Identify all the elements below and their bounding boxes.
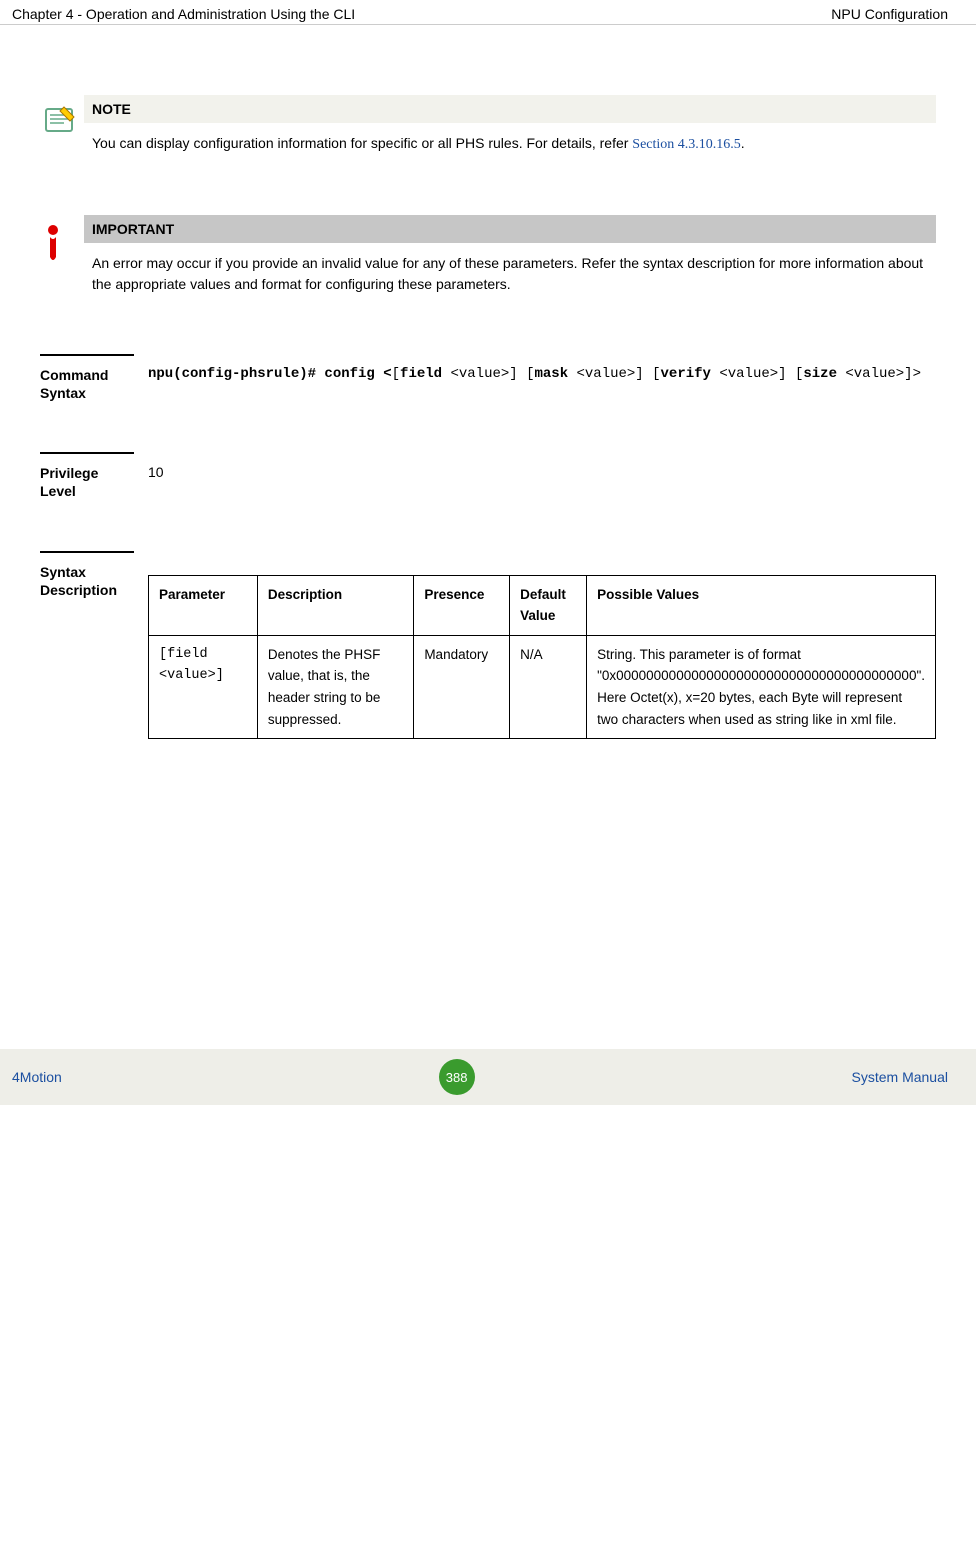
- note-link[interactable]: Section 4.3.10.16.5: [632, 137, 741, 152]
- header-left: Chapter 4 - Operation and Administration…: [12, 6, 355, 22]
- cell-presence: Mandatory: [414, 635, 510, 738]
- cmd-p1: npu(config-phsrule)# config <: [148, 366, 392, 382]
- command-syntax-value: npu(config-phsrule)# config <[field <val…: [134, 354, 936, 402]
- syntax-table: Parameter Description Presence Default V…: [148, 575, 936, 740]
- footer-right: System Manual: [852, 1069, 948, 1085]
- cell-default: N/A: [510, 635, 587, 738]
- page-header: Chapter 4 - Operation and Administration…: [0, 0, 976, 25]
- cmd-p6: <value>] [: [568, 366, 660, 382]
- note-body: NOTE You can display configuration infor…: [84, 95, 936, 155]
- important-text: An error may occur if you provide an inv…: [84, 243, 936, 294]
- note-title: NOTE: [84, 95, 936, 123]
- th-possible: Possible Values: [587, 575, 936, 635]
- table-row: [field <value>] Denotes the PHSF value, …: [149, 635, 936, 738]
- cmd-p10: <value>]>: [837, 366, 921, 382]
- privilege-value: 10: [134, 452, 936, 500]
- privilege-label: Privilege Level: [40, 452, 134, 500]
- cell-possible: String. This parameter is of format "0x0…: [587, 635, 936, 738]
- privilege-row: Privilege Level 10: [40, 452, 936, 500]
- cell-desc: Denotes the PHSF value, that is, the hea…: [257, 635, 413, 738]
- cmd-p2: [: [392, 366, 400, 382]
- note-text-pre: You can display configuration informatio…: [92, 135, 632, 151]
- syntax-description-block: Syntax Description Parameter Description…: [40, 551, 936, 740]
- page-number: 388: [446, 1070, 468, 1085]
- cell-param: [field <value>]: [149, 635, 258, 738]
- syntax-description-label: Syntax Description: [40, 551, 134, 740]
- command-syntax-row: Command Syntax npu(config-phsrule)# conf…: [40, 354, 936, 402]
- th-default: Default Value: [510, 575, 587, 635]
- cmd-p4: <value>] [: [442, 366, 534, 382]
- page-footer: 4Motion 388 System Manual: [0, 1049, 976, 1105]
- note-icon: [40, 95, 84, 155]
- page-number-badge: 388: [439, 1059, 475, 1095]
- important-title: IMPORTANT: [84, 215, 936, 243]
- th-presence: Presence: [414, 575, 510, 635]
- note-text: You can display configuration informatio…: [84, 123, 936, 155]
- cmd-p9: size: [803, 366, 837, 382]
- header-right: NPU Configuration: [831, 6, 948, 22]
- important-callout: IMPORTANT An error may occur if you prov…: [40, 215, 936, 294]
- note-after: .: [741, 135, 745, 151]
- command-syntax-label: Command Syntax: [40, 354, 134, 402]
- important-icon: [40, 215, 84, 294]
- important-body: IMPORTANT An error may occur if you prov…: [84, 215, 936, 294]
- note-callout: NOTE You can display configuration infor…: [40, 95, 936, 155]
- footer-left: 4Motion: [12, 1069, 62, 1085]
- table-header-row: Parameter Description Presence Default V…: [149, 575, 936, 635]
- cmd-p8: <value>] [: [711, 366, 803, 382]
- cmd-p7: verify: [661, 366, 711, 382]
- th-parameter: Parameter: [149, 575, 258, 635]
- th-description: Description: [257, 575, 413, 635]
- cmd-p5: mask: [534, 366, 568, 382]
- page-content: NOTE You can display configuration infor…: [0, 25, 976, 739]
- syntax-table-wrap: Parameter Description Presence Default V…: [134, 551, 936, 740]
- cmd-p3: field: [400, 366, 442, 382]
